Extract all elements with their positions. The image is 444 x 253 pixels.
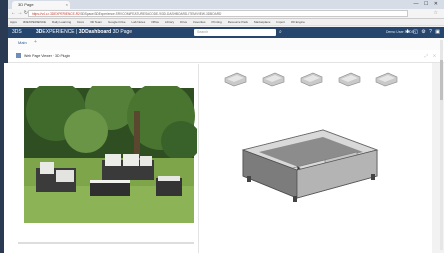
navigation-arrows-icon[interactable]: ← → ↻ — [11, 10, 28, 16]
bookmark-item[interactable]: Drive — [180, 20, 187, 24]
url-highlight: https://v4.c.r.3DEXPERIENCE-R2 — [32, 12, 80, 16]
bookmark-star-icon[interactable]: ☆ — [434, 10, 438, 16]
photo-caption-bar — [18, 242, 194, 244]
browser-tab[interactable]: 3D Page × — [12, 1, 70, 9]
brand-dashboard: 3DDashboard — [78, 29, 112, 35]
window-controls[interactable]: — ☐ ✕ — [414, 1, 440, 7]
address-bar: ← → ↻ https://v4.c.r.3DEXPERIENCE-R2/3DS… — [8, 9, 444, 19]
search-input[interactable]: Search — [194, 29, 276, 36]
widget-header: Web Page Viewer · 3D Plugin ⤢ ✕ — [8, 50, 444, 63]
sofa-3d-model[interactable] — [231, 128, 381, 203]
toolbar-icons[interactable]: ✚ ◱ ⚙ ? ▣ — [406, 29, 441, 35]
tab-main[interactable]: Main — [18, 40, 27, 45]
panel-divider — [198, 64, 199, 253]
url-path: /3DSpace/3DExperience.SRVCOM/FEATURES#CO… — [79, 12, 222, 16]
bookmarks-bar: Apps 3DEXPERIENCE Daily Learning Docs 3D Tea… — [8, 19, 444, 26]
bookmark-item[interactable]: 3DEXPERIENCE — [23, 20, 46, 24]
brand-suffix: 3D Page — [112, 29, 133, 35]
bookmark-item[interactable]: 3D Team — [90, 20, 102, 24]
model-thumbnail-2[interactable] — [261, 70, 286, 88]
bookmark-item[interactable]: Lab Notes — [132, 20, 146, 24]
bookmark-item[interactable]: Favorites — [193, 20, 205, 24]
app-header: 3DS 3DEXPERIENCE | 3DDashboard 3D Page S… — [8, 27, 444, 38]
bookmark-item[interactable]: Printing — [212, 20, 222, 24]
widget-icon — [16, 53, 21, 58]
scrollbar-thumb[interactable] — [440, 60, 443, 100]
url-field[interactable]: https://v4.c.r.3DEXPERIENCE-R2/3DSpace/3… — [28, 10, 408, 17]
mouse-cursor-icon: ➤ — [296, 166, 302, 172]
bookmark-item[interactable]: 3D Engine — [291, 20, 305, 24]
model-thumbnail-5[interactable] — [374, 70, 399, 88]
model-thumbnail-1[interactable] — [223, 70, 248, 88]
brand-title: 3DEXPERIENCE | 3DDashboard 3D Page — [36, 29, 132, 36]
tab-strip: 3D Page × — ☐ ✕ — [8, 0, 444, 9]
bookmark-item[interactable]: Docs — [77, 20, 84, 24]
widget-tools-icon[interactable]: ⤢ ✕ — [425, 53, 438, 58]
bookmark-item[interactable]: Marketplace — [254, 20, 270, 24]
patio-sofa-photo — [16, 86, 197, 225]
model-thumbnail-3[interactable] — [299, 70, 324, 88]
brand-logo-icon[interactable]: 3DS — [12, 29, 22, 35]
bookmark-item[interactable]: Google Drive — [108, 20, 126, 24]
tab-close-icon[interactable]: × — [66, 1, 68, 9]
add-tab-icon[interactable]: + — [34, 39, 37, 45]
bookmark-item[interactable]: Apps — [10, 20, 17, 24]
bookmark-item[interactable]: Library — [165, 20, 174, 24]
model-thumbnail-4[interactable] — [337, 70, 362, 88]
bookmark-item[interactable]: Daily Learning — [52, 20, 71, 24]
tab-title: 3D Page — [18, 2, 34, 7]
breadcrumb: Web Page Viewer · 3D Plugin — [24, 54, 71, 58]
brand-text: EXPERIENCE | — [42, 29, 79, 35]
bookmark-item[interactable]: Import — [276, 20, 285, 24]
bookmark-item[interactable]: Office — [151, 20, 159, 24]
bookmark-item[interactable]: Resource Pack — [228, 20, 248, 24]
search-icon[interactable]: ⌕ — [279, 29, 282, 35]
